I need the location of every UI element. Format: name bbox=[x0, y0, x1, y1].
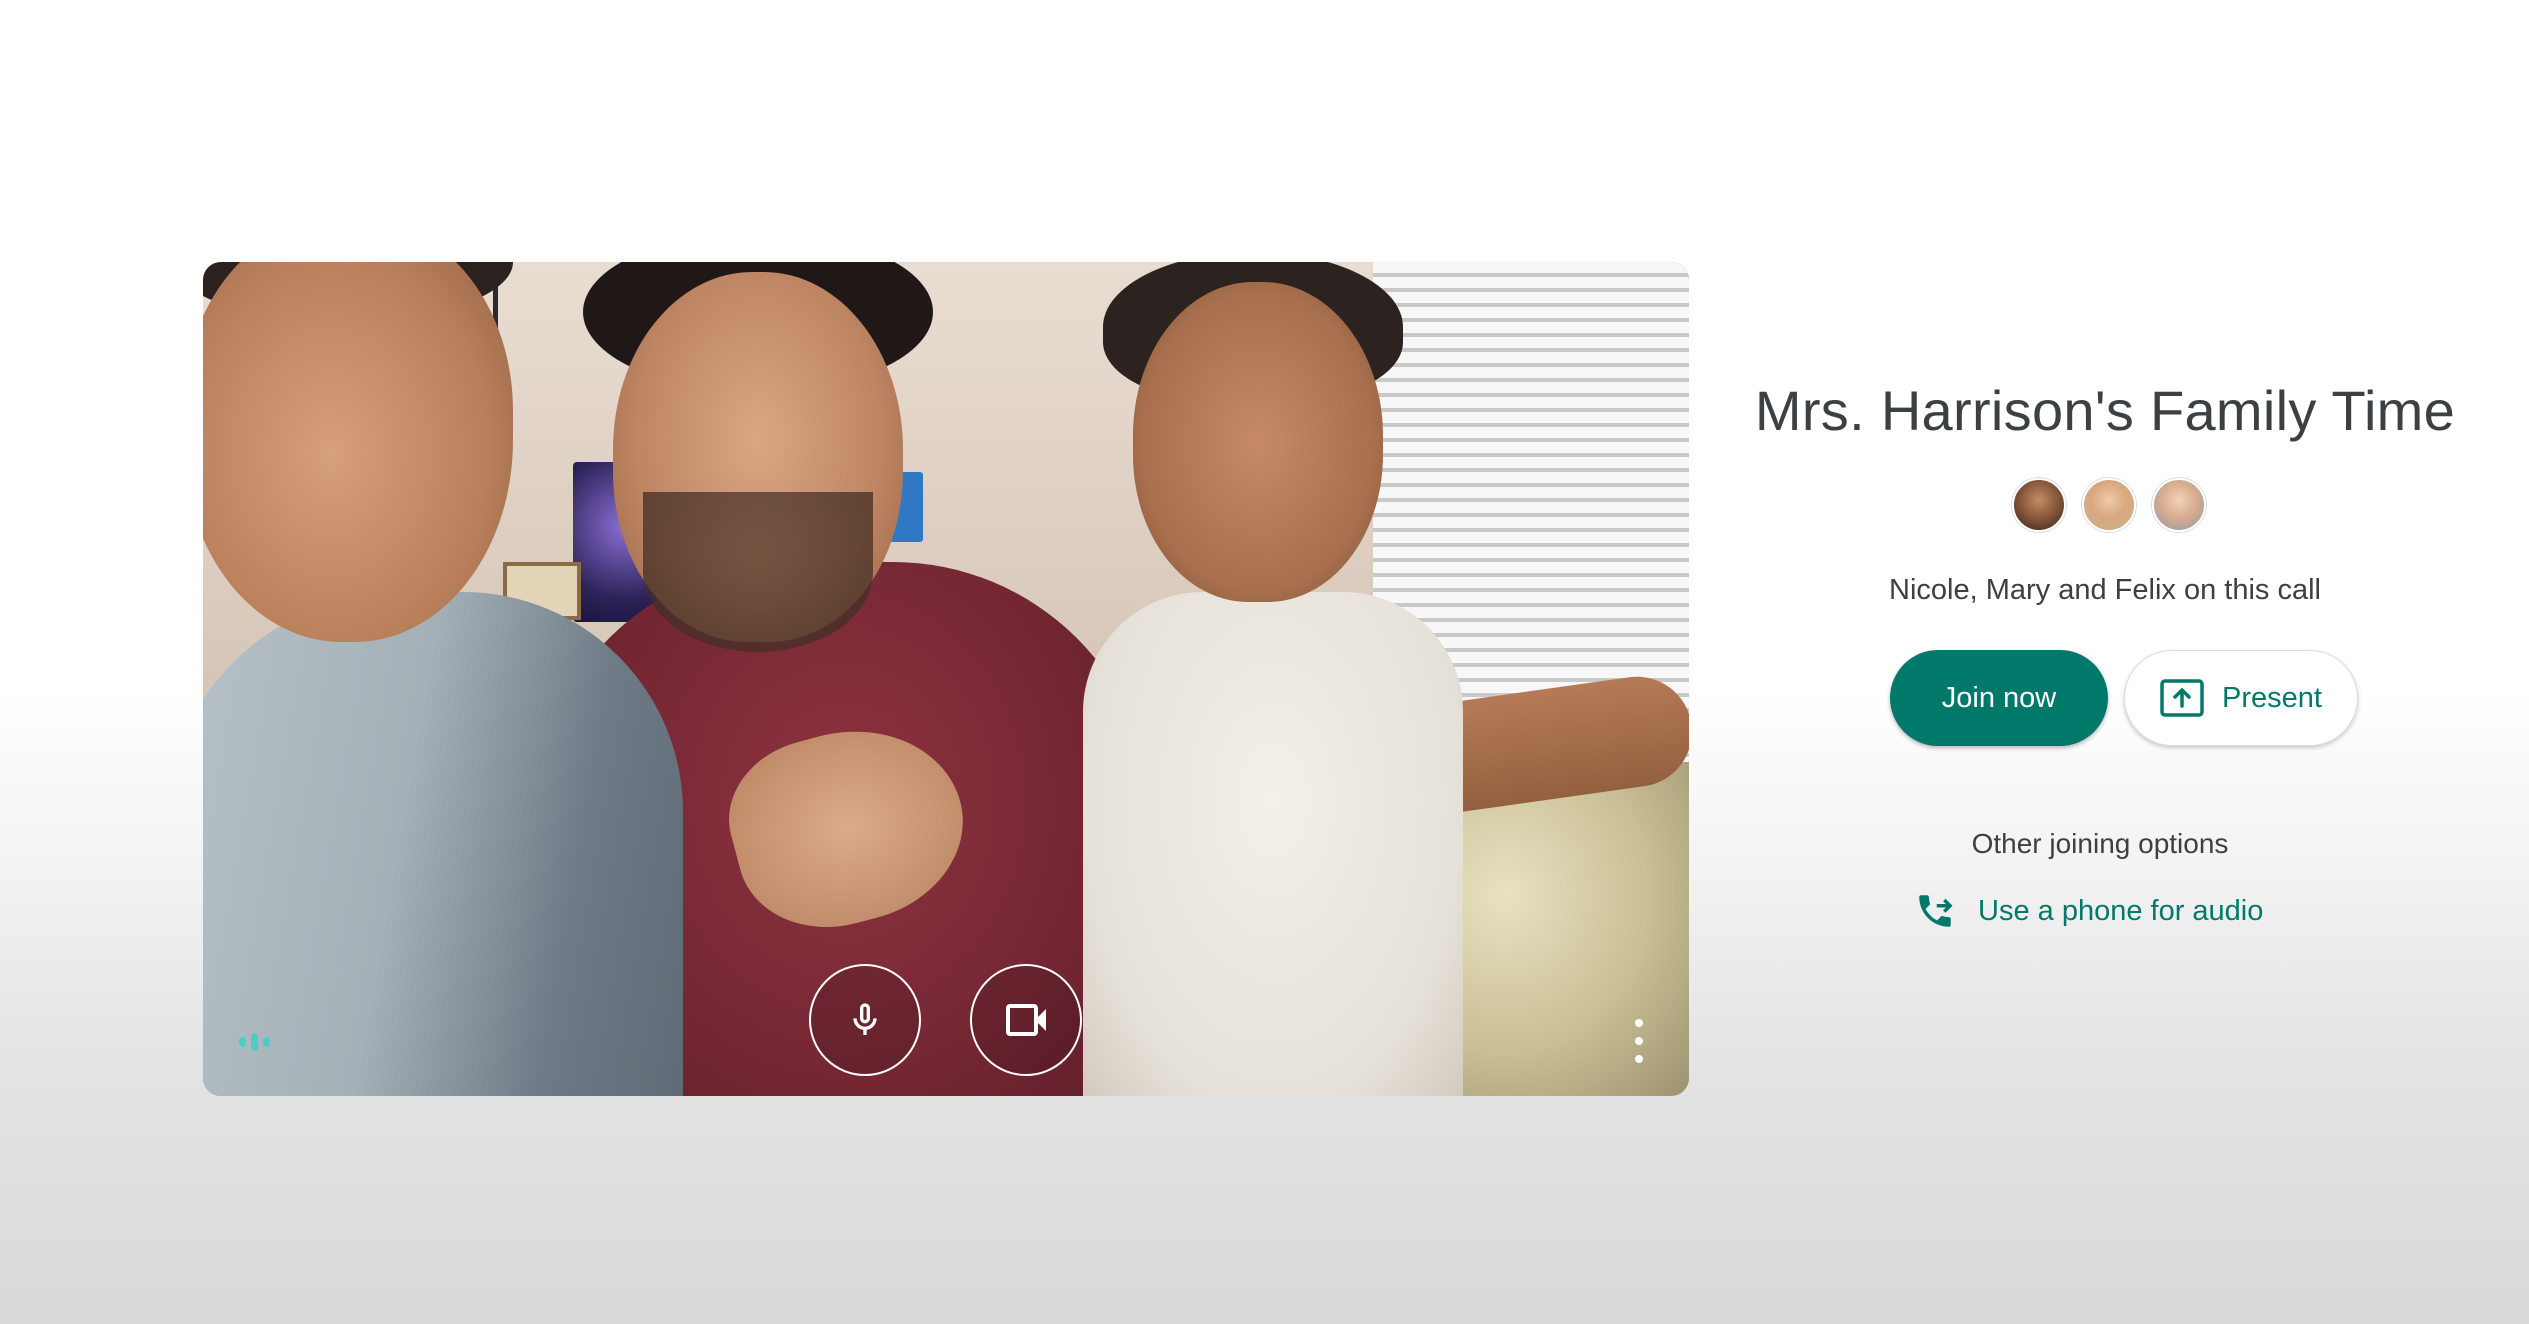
present-button[interactable]: Present bbox=[2124, 650, 2358, 746]
audio-level-icon bbox=[239, 1032, 270, 1052]
camera-icon bbox=[1006, 1004, 1046, 1036]
meeting-title: Mrs. Harrison's Family Time bbox=[1754, 379, 2456, 442]
microphone-icon bbox=[853, 1003, 877, 1035]
join-now-label: Join now bbox=[1941, 681, 2057, 714]
microphone-toggle-button[interactable] bbox=[809, 964, 921, 1076]
camera-toggle-button[interactable] bbox=[970, 964, 1082, 1076]
avatar bbox=[2082, 478, 2136, 532]
more-options-button[interactable] bbox=[1631, 1019, 1647, 1063]
more-vert-icon bbox=[1635, 1019, 1643, 1027]
phone-forward-icon bbox=[1919, 895, 1953, 927]
join-now-button[interactable]: Join now bbox=[1890, 650, 2108, 746]
present-screen-icon bbox=[2160, 679, 2204, 717]
present-label: Present bbox=[2222, 681, 2322, 714]
participants-text: Nicole, Mary and Felix on this call bbox=[1889, 574, 2321, 606]
use-phone-for-audio-label: Use a phone for audio bbox=[1978, 894, 2264, 927]
camera-preview bbox=[203, 262, 1689, 1096]
avatar bbox=[2152, 478, 2206, 532]
participant-avatars bbox=[2012, 478, 2206, 532]
camera-video-feed bbox=[203, 262, 1689, 1096]
other-joining-options-label: Other joining options bbox=[1971, 828, 2229, 859]
avatar bbox=[2012, 478, 2066, 532]
use-phone-for-audio-link[interactable]: Use a phone for audio bbox=[1914, 890, 2263, 932]
